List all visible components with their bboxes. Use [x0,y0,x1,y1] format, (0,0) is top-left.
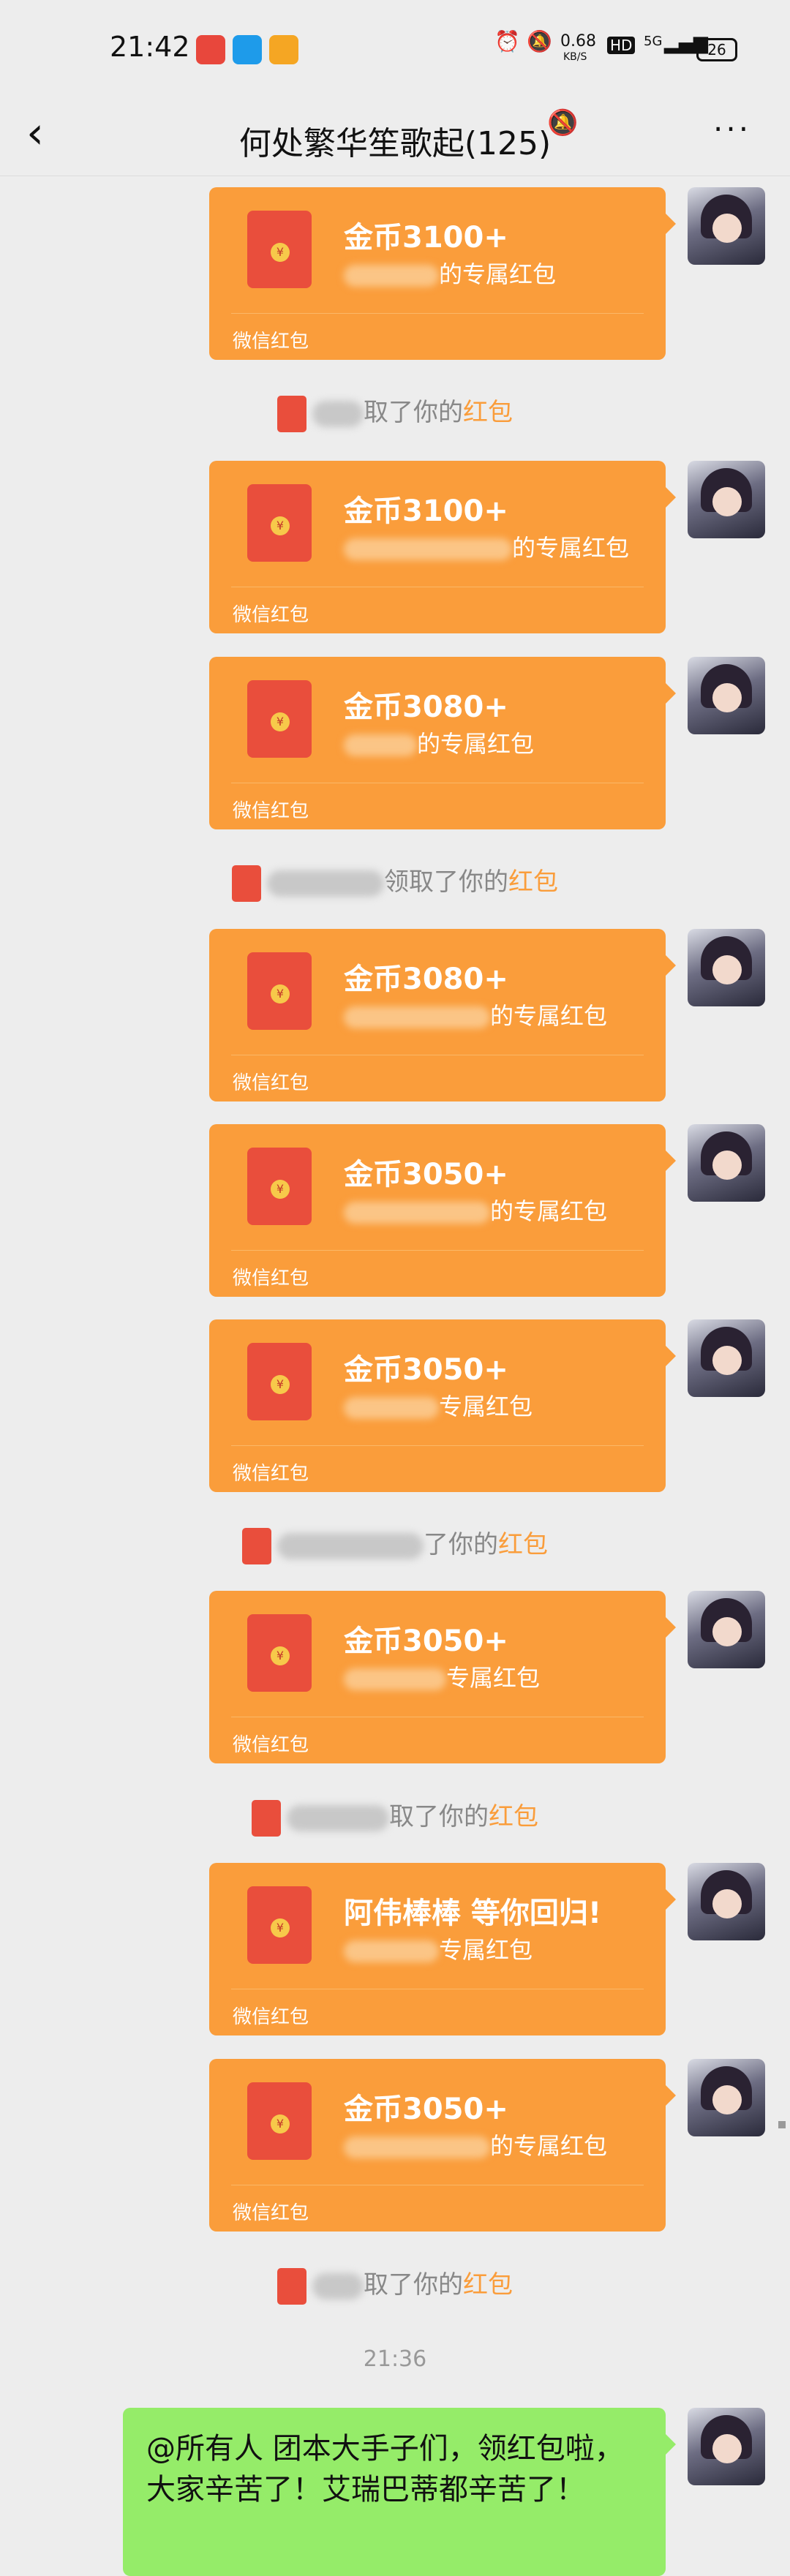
red-packet-message[interactable]: ¥ 金币3050+ 的专属红包 微信红包 [209,2059,676,2232]
avatar[interactable] [688,461,765,538]
red-envelope-icon: ¥ [247,1343,312,1420]
red-packet-link[interactable]: 红包 [489,1802,538,1831]
chat-timestamp: 21:36 [363,2346,427,2372]
system-message: 了你的红包 [0,1524,790,1564]
avatar[interactable] [688,2408,765,2485]
red-packet-footer: 微信红包 [233,604,309,626]
red-packet-amount: 金币3050+ [344,1624,508,1658]
text-message-content: @所有人 团本大手子们，领红包啦，大家辛苦了！艾瑞巴蒂都辛苦了！ [146,2432,624,2507]
system-message: 领取了你的红包 [0,862,790,902]
avatar[interactable] [688,1863,765,1940]
red-envelope-icon [277,2267,306,2305]
avatar[interactable] [688,2059,765,2136]
red-packet-amount: 金币3050+ [344,2093,508,2126]
red-envelope-icon: ¥ [247,211,312,288]
network-speed-unit: KB/S [563,51,587,63]
red-packet-amount: 金币3050+ [344,1158,508,1191]
text-message[interactable]: @所有人 团本大手子们，领红包啦，大家辛苦了！艾瑞巴蒂都辛苦了！ [123,2408,676,2576]
more-icon[interactable]: ··· [713,111,751,147]
red-packet-footer: 微信红包 [233,2006,309,2028]
red-packet-link[interactable]: 红包 [463,398,513,427]
avatar[interactable] [688,1124,765,1202]
red-packet-footer: 微信红包 [233,1268,309,1289]
red-envelope-icon [277,395,306,432]
red-packet-amount: 金币3050+ [344,1353,508,1387]
red-packet-message[interactable]: ¥ 金币3080+ 的专属红包 微信红包 [209,929,676,1101]
red-packet-desc: 的专属红包 [344,726,534,759]
red-packet-link[interactable]: 红包 [498,1530,548,1559]
red-envelope-icon: ¥ [247,1614,312,1692]
red-packet-footer: 微信红包 [233,2202,309,2224]
red-packet-desc: 专属红包 [344,1932,533,1965]
red-packet-desc: 的专属红包 [344,1193,607,1227]
red-envelope-icon: ¥ [247,680,312,758]
red-packet-link[interactable]: 红包 [508,867,558,897]
red-packet-message[interactable]: ¥ 金币3050+ 的专属红包 微信红包 [209,1124,676,1297]
red-packet-footer: 微信红包 [233,331,309,353]
scroll-indicator[interactable] [778,2121,786,2128]
red-envelope-icon: ¥ [247,1148,312,1225]
network-speed: 0.68 [560,32,596,50]
red-packet-amount: 金币3080+ [344,690,508,724]
red-packet-desc: 的专属红包 [344,2128,607,2161]
red-envelope-icon [242,1527,271,1564]
red-envelope-icon: ¥ [247,952,312,1030]
hd-badge: HD [607,37,636,54]
red-packet-message[interactable]: ¥ 阿伟棒棒 等你回归! 专属红包 微信红包 [209,1863,676,2035]
signal-label: 5G [644,34,663,49]
red-envelope-icon: ¥ [247,2082,312,2160]
red-packet-message[interactable]: ¥ 金币3100+ 的专属红包 微信红包 [209,187,676,360]
nav-bar: ‹ 何处繁华笙歌起(125) 🔕 ··· [0,95,790,176]
system-message: 取了你的红包 [0,2264,790,2305]
chat-title: 何处繁华笙歌起(125) [238,125,552,162]
red-envelope-icon [252,1799,281,1837]
red-packet-footer: 微信红包 [233,1072,309,1094]
red-packet-amount: 阿伟棒棒 等你回归! [344,1897,602,1930]
red-packet-link[interactable]: 红包 [463,2270,513,2300]
silent-icon: 🔕 [527,29,552,53]
avatar[interactable] [688,929,765,1006]
weibo-icon [269,35,298,64]
mute-icon: 🔕 [547,108,579,138]
red-packet-desc: 专属红包 [344,1660,540,1693]
avatar[interactable] [688,1319,765,1397]
battery-indicator: 26 [696,38,737,61]
red-packet-message[interactable]: ¥ 金币3050+ 专属红包 微信红包 [209,1591,676,1763]
avatar[interactable] [688,1591,765,1668]
red-packet-amount: 金币3100+ [344,221,508,255]
avatar[interactable] [688,187,765,265]
red-envelope-icon: ¥ [247,484,312,562]
red-packet-footer: 微信红包 [233,800,309,822]
red-envelope-icon: ¥ [247,1886,312,1964]
red-packet-amount: 金币3100+ [344,494,508,528]
red-envelope-icon [232,865,261,902]
red-packet-footer: 微信红包 [233,1734,309,1756]
alarm-icon: ⏰ [494,29,520,53]
system-message: 取了你的红包 [0,1796,790,1837]
red-packet-desc: 专属红包 [344,1388,533,1422]
app-notification-icon [196,35,225,64]
status-bar: 21:42 ⏰ 🔕 0.68 KB/S HD 5G ▂▄▆ 26 [0,0,790,95]
red-packet-message[interactable]: ¥ 金币3100+ 的专属红包 微信红包 [209,461,676,633]
red-packet-desc: 的专属红包 [344,530,629,563]
red-packet-desc: 的专属红包 [344,256,556,290]
qq-icon [233,35,262,64]
status-time: 21:42 [110,31,190,63]
red-packet-footer: 微信红包 [233,1463,309,1485]
avatar[interactable] [688,657,765,734]
system-message: 取了你的红包 [0,392,790,432]
red-packet-message[interactable]: ¥ 金币3080+ 的专属红包 微信红包 [209,657,676,829]
red-packet-message[interactable]: ¥ 金币3050+ 专属红包 微信红包 [209,1319,676,1492]
red-packet-amount: 金币3080+ [344,963,508,996]
red-packet-desc: 的专属红包 [344,998,607,1031]
